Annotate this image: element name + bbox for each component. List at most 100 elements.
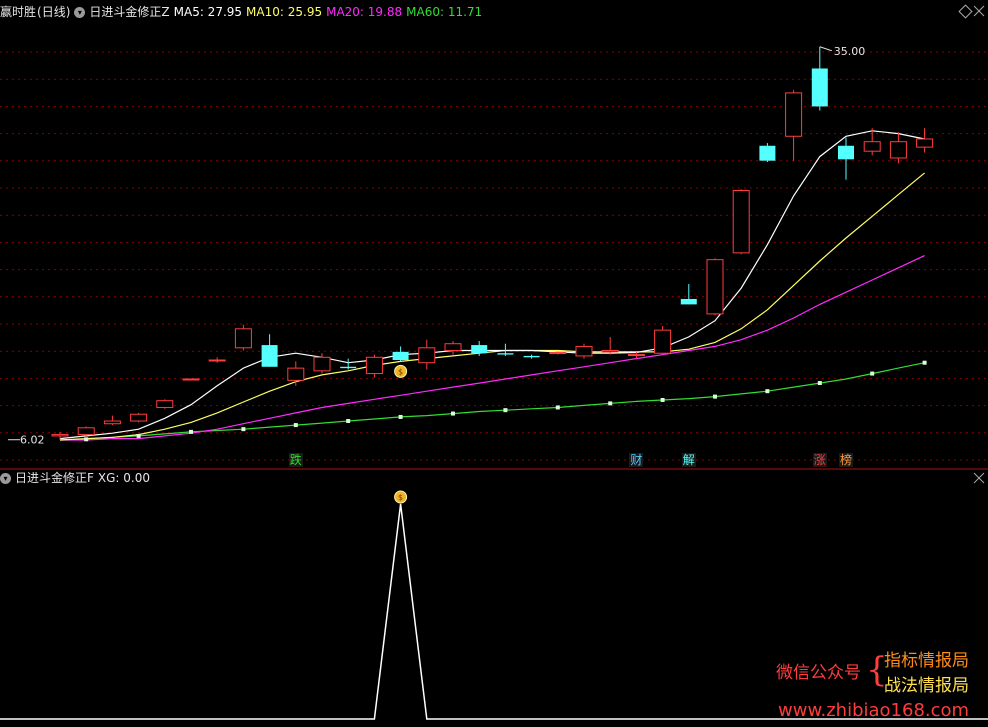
moving-average-lines — [59, 130, 925, 441]
ma60-dot — [451, 411, 455, 416]
candle — [575, 343, 593, 359]
candle-body — [471, 345, 488, 354]
candle — [77, 426, 95, 436]
candle — [785, 90, 803, 161]
candle-body — [156, 400, 174, 408]
candle — [706, 258, 724, 316]
candle-body — [706, 259, 724, 315]
candle — [130, 412, 148, 423]
candle-body — [340, 366, 357, 369]
candle-body — [444, 343, 462, 352]
sub-pane-header: ▾ 日进斗金修正F XG: 0.00 — [0, 469, 150, 487]
stock-name: 赢时胜 — [0, 5, 37, 19]
candle-body — [523, 355, 540, 358]
watermark-url: www.zhibiao168.com — [778, 700, 970, 721]
ma60-dot — [817, 381, 822, 386]
ma60-dot — [241, 427, 246, 432]
candle-body — [863, 141, 881, 152]
candle-body — [313, 356, 331, 372]
candle — [759, 143, 776, 163]
ma20-line — [60, 255, 925, 441]
candle — [234, 324, 252, 351]
ma60-dot — [398, 414, 403, 419]
candle — [523, 354, 540, 359]
candle — [549, 351, 567, 355]
candle — [889, 132, 907, 164]
watermark-line2: 战法情报局 — [884, 676, 969, 696]
candle-body — [759, 145, 776, 161]
candle — [444, 341, 462, 355]
candle-body — [889, 141, 907, 159]
close-icon[interactable] — [973, 5, 985, 17]
ma60-dot — [293, 423, 298, 428]
candle-body — [916, 138, 934, 148]
money-bag-icon: $ — [394, 490, 408, 504]
candle-body — [418, 347, 436, 364]
ma60-dot — [346, 419, 351, 424]
ma5-value: MA5: 27.95 — [173, 5, 243, 19]
candle-body — [208, 359, 226, 362]
ma60-value: MA60: 11.71 — [406, 5, 483, 19]
candle-body — [811, 68, 828, 107]
ma60-dot — [503, 408, 508, 413]
ma60-line — [59, 362, 925, 441]
candle-body — [392, 351, 409, 360]
sub-close-icon[interactable] — [973, 472, 985, 484]
candle-body — [287, 367, 305, 381]
main-pane-header: 赢时胜 (日线) ▾ 日进斗金修正Z MA5: 27.95 MA10: 25.9… — [0, 3, 482, 21]
xg-series-line — [0, 503, 988, 720]
ma60-dot — [922, 360, 927, 365]
settings-toggle-icon[interactable]: ▾ — [74, 6, 86, 18]
candle — [654, 326, 672, 355]
indicator-name[interactable]: 日进斗金修正Z — [89, 3, 169, 21]
sub-settings-toggle-icon[interactable]: ▾ — [0, 472, 11, 484]
candle-body — [103, 420, 121, 425]
ma60-dot — [765, 389, 770, 394]
candle-body — [680, 298, 697, 305]
candle — [182, 378, 200, 381]
svg-text:$: $ — [398, 367, 403, 376]
candle — [811, 46, 828, 111]
candle — [838, 137, 854, 180]
candle-body — [549, 352, 567, 355]
candle — [261, 334, 278, 367]
candle-body — [601, 350, 619, 353]
xg-value: XG: 0.00 — [97, 471, 151, 485]
sub-indicator-name[interactable]: 日进斗金修正F — [15, 469, 94, 487]
candle-body — [130, 413, 148, 422]
low-price-label: 6.02 — [20, 434, 45, 447]
collapse-diamond-icon[interactable] — [958, 4, 973, 19]
svg-text:$: $ — [398, 493, 403, 502]
candle-body — [627, 354, 645, 357]
candle-body — [77, 427, 95, 436]
high-price-leader — [819, 46, 832, 52]
candle — [340, 358, 357, 370]
candle — [392, 346, 409, 362]
ma60-dot — [608, 401, 613, 406]
candle — [680, 284, 697, 305]
ma60-markers — [84, 360, 927, 442]
watermark-line1: 指标情报局 — [884, 651, 969, 671]
kline-chart[interactable]: 35.00 6.02 $ $ — [0, 0, 988, 727]
candle — [156, 399, 174, 409]
period-label: (日线) — [37, 5, 71, 19]
candle — [365, 354, 383, 378]
ma60-dot — [84, 437, 89, 442]
candle-body — [182, 378, 200, 381]
candle-body — [732, 190, 750, 254]
candle-body — [51, 434, 69, 437]
candle — [287, 361, 305, 386]
ma60-dot — [136, 433, 141, 438]
signal-marker: 财 — [629, 453, 644, 467]
ma10-value: MA10: 25.95 — [246, 5, 323, 19]
ma60-dot — [189, 429, 193, 434]
candle-body — [575, 345, 593, 357]
candle — [208, 357, 226, 363]
money-bag-icon: $ — [394, 364, 408, 378]
watermark-label: 微信公众号 — [776, 663, 861, 683]
ma60-dot — [660, 398, 665, 402]
candle — [418, 339, 436, 370]
xg-indicator-plot: $ — [0, 490, 988, 720]
candle — [916, 128, 934, 153]
grid-lines — [0, 51, 988, 461]
